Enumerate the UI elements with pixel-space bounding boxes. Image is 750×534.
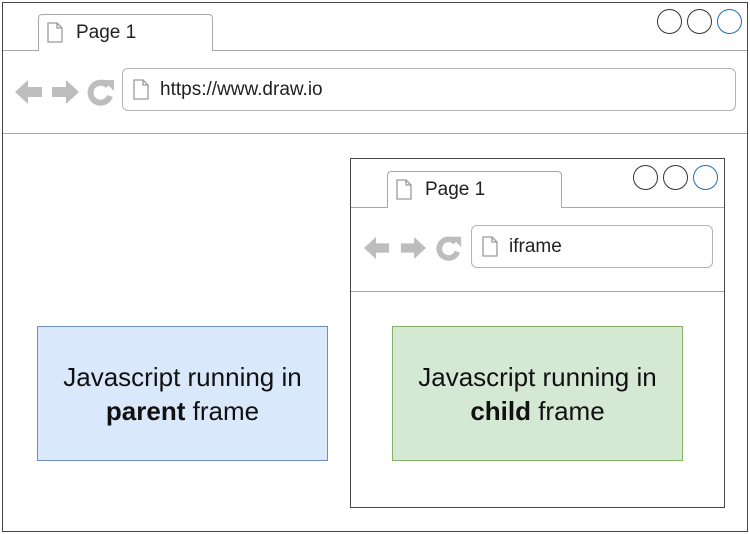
inner-url-text: iframe (509, 236, 562, 257)
child-box-line1: Javascript running in (418, 361, 657, 392)
outer-window-control-3[interactable] (717, 9, 742, 34)
forward-arrow-icon[interactable] (399, 235, 427, 261)
outer-window-control-2[interactable] (687, 9, 712, 34)
outer-tab-title: Page 1 (76, 22, 137, 43)
back-arrow-icon[interactable] (14, 78, 44, 106)
inner-tabbar-line-left (351, 207, 387, 208)
parent-box-suffix: frame (185, 395, 260, 426)
outer-toolbar-divider (3, 133, 747, 134)
page-icon (482, 236, 498, 257)
outer-tab[interactable]: Page 1 (38, 14, 213, 51)
inner-tabbar-line-right (561, 207, 724, 208)
outer-url-text: https://www.draw.io (160, 79, 323, 100)
page-icon (396, 179, 412, 200)
parent-box-line1: Javascript running in (63, 361, 302, 392)
child-frame-box: Javascript running in child frame (392, 326, 683, 461)
outer-url-bar[interactable]: https://www.draw.io (122, 68, 736, 111)
outer-tabbar-line-right (212, 50, 747, 51)
child-box-bold: child (470, 395, 531, 426)
forward-arrow-icon[interactable] (50, 78, 80, 106)
back-arrow-icon[interactable] (363, 235, 391, 261)
reload-icon[interactable] (86, 77, 116, 107)
outer-window-control-1[interactable] (657, 9, 682, 34)
inner-window-control-3[interactable] (693, 165, 718, 190)
inner-window-control-2[interactable] (663, 165, 688, 190)
inner-toolbar-divider (351, 291, 724, 292)
inner-tab-title: Page 1 (425, 179, 486, 200)
inner-url-bar[interactable]: iframe (471, 225, 713, 268)
parent-frame-box: Javascript running in parent frame (37, 326, 328, 461)
parent-box-bold: parent (105, 395, 186, 426)
reload-icon[interactable] (435, 234, 463, 262)
inner-tab[interactable]: Page 1 (387, 171, 562, 208)
page-icon (47, 22, 63, 43)
child-box-suffix: frame (530, 395, 605, 426)
inner-window-control-1[interactable] (633, 165, 658, 190)
outer-tabbar-line-left (3, 50, 38, 51)
page-icon (133, 79, 149, 100)
